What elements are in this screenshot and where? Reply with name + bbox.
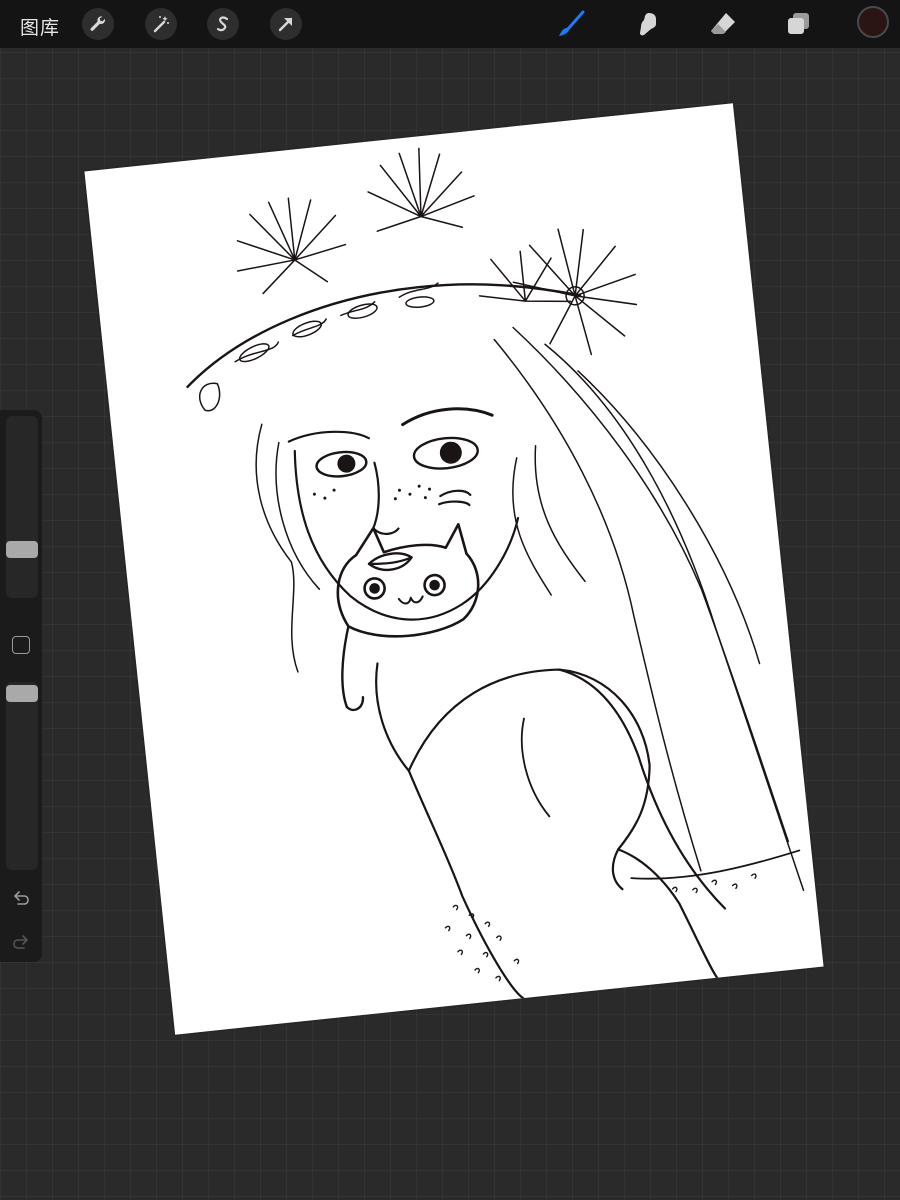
gallery-button[interactable]: 图库 — [20, 13, 60, 40]
body-outline — [375, 662, 801, 1000]
layers-button[interactable] — [783, 8, 815, 40]
top-toolbar: 图库 — [0, 0, 900, 48]
hair-strands — [255, 326, 805, 891]
opacity-slider[interactable] — [6, 682, 38, 870]
selection-button[interactable] — [207, 8, 239, 40]
transform-button[interactable] — [270, 8, 302, 40]
adjustments-button[interactable] — [145, 8, 177, 40]
modify-button[interactable] — [12, 636, 30, 654]
layers-icon — [788, 13, 809, 34]
color-swatch-button[interactable] — [857, 6, 889, 38]
drawing-canvas[interactable] — [84, 103, 824, 1035]
dress-texture — [444, 873, 757, 982]
cat-sketch — [336, 523, 480, 712]
brush-size-slider[interactable] — [6, 416, 38, 598]
actions-button[interactable] — [82, 8, 114, 40]
transform-arrow-icon — [278, 17, 293, 32]
smudge-icon — [640, 13, 656, 36]
smudge-tool-button[interactable] — [631, 8, 663, 40]
brush-icon — [559, 10, 585, 36]
brush-tool-button[interactable] — [556, 8, 588, 40]
left-sidebar — [0, 410, 42, 962]
freckles — [312, 484, 432, 501]
magic-wand-icon — [153, 16, 169, 33]
selection-icon — [216, 16, 229, 32]
eraser-icon — [711, 13, 735, 34]
opacity-thumb[interactable] — [6, 685, 38, 703]
sketch-artwork — [186, 147, 805, 1000]
brush-size-thumb[interactable] — [6, 541, 38, 559]
wrench-icon — [90, 16, 106, 31]
redo-icon[interactable] — [10, 932, 32, 954]
face — [287, 407, 520, 621]
eraser-tool-button[interactable] — [707, 8, 739, 40]
undo-icon[interactable] — [10, 888, 32, 910]
